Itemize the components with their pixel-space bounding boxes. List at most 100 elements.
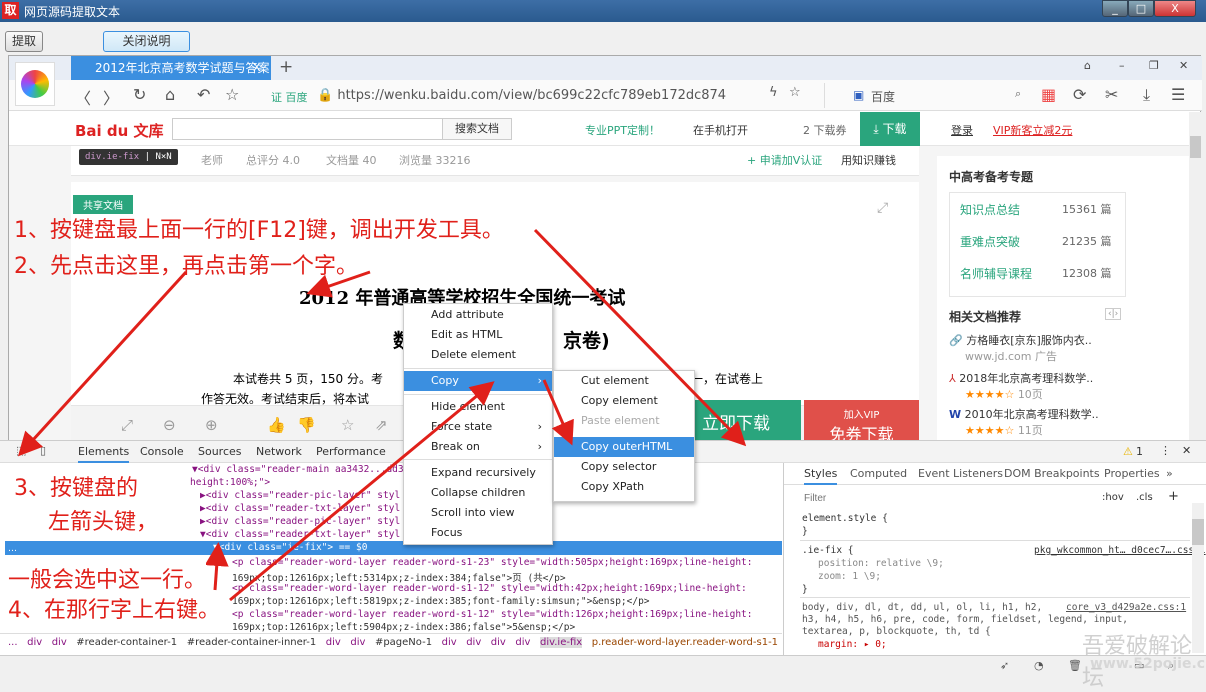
device-toolbar-icon[interactable]: ▯ <box>40 444 46 457</box>
new-tab-button[interactable]: + <box>279 57 293 77</box>
menu-cut-element[interactable]: Cut element <box>554 371 694 391</box>
rocket-icon[interactable]: ➶ <box>1000 659 1009 672</box>
style-source-link[interactable]: core_v3_d429a2e.css:1 <box>1066 602 1186 613</box>
ppt-link[interactable]: 专业PPT定制！ <box>585 122 660 138</box>
extract-button[interactable]: 提取 <box>5 31 43 52</box>
tab-sources[interactable]: Sources <box>198 445 242 458</box>
code-line[interactable]: 169px;top:12616px;left:5314px;z-index:38… <box>232 570 566 584</box>
zoom-in-icon[interactable]: ⊕ <box>205 416 218 434</box>
browser-close-icon[interactable]: ✕ <box>1179 59 1188 72</box>
menu-copy[interactable]: Copy › <box>404 371 552 391</box>
breadcrumb-item[interactable]: div <box>27 637 42 648</box>
search-docs-button[interactable]: 搜索文档 <box>442 118 512 140</box>
tab-event-listeners[interactable]: Event Listeners <box>918 467 1003 480</box>
speed-icon[interactable]: ◔ <box>1034 659 1044 672</box>
browser-restore-icon[interactable]: ❐ <box>1149 59 1159 72</box>
like-icon[interactable]: 👍 <box>267 416 286 434</box>
new-rule-button[interactable]: + <box>1168 489 1179 504</box>
code-line[interactable]: 169px;top:12616px;left:5904px;z-index:38… <box>232 622 575 633</box>
topic-item[interactable]: 名师辅导课程 <box>960 265 1032 282</box>
dislike-icon[interactable]: 👎 <box>297 416 316 434</box>
breadcrumb-item[interactable]: div <box>442 637 457 648</box>
code-line[interactable]: <p class="reader-word-layer reader-word-… <box>232 609 752 620</box>
menu-force-state[interactable]: Force state › <box>404 417 552 437</box>
code-line[interactable]: <p class="reader-word-layer reader-word-… <box>232 583 747 594</box>
code-line[interactable]: 169px;top:12616px;left:5819px;z-index:38… <box>232 596 650 607</box>
hov-toggle[interactable]: :hov <box>1102 492 1124 503</box>
inspect-element-icon[interactable]: ⬚ <box>16 444 26 457</box>
scissors-icon[interactable]: ✂ <box>1105 85 1118 104</box>
vip-link[interactable]: VIP新客立减2元 <box>993 122 1072 138</box>
code-line[interactable]: ▶<div class="reader-txt-layer" styl <box>200 503 400 514</box>
tab-active[interactable]: 2012年北京高考数学试题与答案 <box>71 56 271 80</box>
undo-icon[interactable]: ↶ <box>197 85 210 104</box>
menu-copy-selector[interactable]: Copy selector <box>554 457 694 477</box>
mobile-link[interactable]: 在手机打开 <box>693 122 748 138</box>
tab-elements[interactable]: Elements <box>78 445 130 463</box>
breadcrumb-item[interactable]: ... <box>8 637 18 648</box>
menu-focus[interactable]: Focus <box>404 523 552 543</box>
maximize-button[interactable]: □ <box>1128 0 1154 17</box>
related-item[interactable]: ⅄ 2018年北京高考理科数学.. ★★★★☆ 10页 <box>949 370 1093 402</box>
zoom-out-icon[interactable]: ⊖ <box>163 416 176 434</box>
page-scrollbar[interactable] <box>1189 112 1202 442</box>
fullscreen-icon[interactable]: ⤢ <box>877 200 888 216</box>
earn-link[interactable]: 用知识赚钱 <box>841 152 896 168</box>
menu-icon[interactable]: ☰ <box>1171 85 1185 104</box>
tab-close-icon[interactable]: X <box>253 61 261 74</box>
breadcrumb-item[interactable]: #pageNo-1 <box>375 637 432 648</box>
back-icon[interactable]: 〈 <box>75 85 91 109</box>
share-icon[interactable]: ⇗ <box>375 416 388 434</box>
breadcrumb-item[interactable]: div <box>466 637 481 648</box>
tab-computed[interactable]: Computed <box>850 467 907 480</box>
flash-icon[interactable]: ϟ <box>769 85 778 100</box>
tab-dom-breakpoints[interactable]: DOM Breakpoints <box>1004 467 1100 480</box>
star-icon[interactable]: ☆ <box>789 85 801 100</box>
menu-paste-element[interactable]: Paste element <box>554 411 694 431</box>
menu-copy-outerhtml[interactable]: Copy outerHTML <box>554 437 694 457</box>
more-icon[interactable]: ⋮ <box>1160 444 1171 457</box>
code-line[interactable]: ▼<div class="reader-txt-layer" styl <box>200 529 400 540</box>
browser-minimize-icon[interactable]: – <box>1119 59 1125 72</box>
cls-toggle[interactable]: .cls <box>1136 492 1153 503</box>
related-item[interactable]: 🔗 方格睡衣[京东]服饰内衣.. www.jd.com 广告 <box>949 332 1092 364</box>
forward-icon[interactable]: 〉 <box>103 85 119 109</box>
trash-icon[interactable]: 🗑 <box>1068 659 1082 672</box>
search-icon[interactable]: ⌕ <box>1015 87 1021 101</box>
home-icon[interactable]: ⌂ <box>165 85 175 104</box>
login-link[interactable]: 登录 <box>951 122 973 138</box>
code-line[interactable]: <p class="reader-word-layer reader-word-… <box>232 557 752 568</box>
download-button[interactable]: ⤓ 下载 <box>860 112 920 146</box>
menu-collapse-children[interactable]: Collapse children <box>404 483 552 503</box>
close-help-button[interactable]: 关闭说明 <box>103 31 190 52</box>
breadcrumb-item[interactable]: div <box>326 637 341 648</box>
sync-icon[interactable]: ⟳ <box>1073 85 1086 104</box>
minimize-button[interactable]: _ <box>1102 0 1128 17</box>
topic-item[interactable]: 知识点总结 <box>960 201 1020 218</box>
breadcrumb-item[interactable]: div <box>52 637 67 648</box>
more-tabs-icon[interactable]: » <box>1166 467 1173 480</box>
menu-break-on[interactable]: Break on › <box>404 437 552 457</box>
warning-icon[interactable]: ⚠ <box>1123 445 1133 458</box>
reload-icon[interactable]: ↻ <box>133 85 146 104</box>
breadcrumb-item[interactable]: div <box>491 637 506 648</box>
breadcrumb-item-selected[interactable]: div.ie-fix <box>539 637 583 648</box>
favorite-icon[interactable]: ☆ <box>341 416 354 434</box>
breadcrumb-item[interactable]: div <box>515 637 530 648</box>
tab-console[interactable]: Console <box>140 445 184 458</box>
menu-add-attribute[interactable]: Add attribute <box>404 305 552 325</box>
bookmark-icon[interactable]: ☆ <box>225 85 239 104</box>
code-line[interactable]: ▶<div class="reader-pic-layer" styl <box>200 516 400 527</box>
url-input[interactable]: 🔒 https://wenku.baidu.com/view/bc699c22c… <box>317 85 847 107</box>
style-source-link[interactable]: pkg_wkcommon_ht… d0cec7….css:1 <box>1034 545 1206 556</box>
breadcrumb-item[interactable]: div <box>350 637 365 648</box>
menu-copy-xpath[interactable]: Copy XPath <box>554 477 694 497</box>
tab-network[interactable]: Network <box>256 445 302 458</box>
vip-free-download-button[interactable]: 加入VIP 免券下载 <box>804 400 919 442</box>
expand-icon[interactable]: ⤢ <box>121 416 133 434</box>
close-button[interactable]: X <box>1154 0 1196 17</box>
skin-icon[interactable]: ⌂ <box>1084 59 1091 72</box>
breadcrumb-item[interactable]: p.reader-word-layer.reader-word-s1-1 <box>592 637 778 648</box>
tab-styles[interactable]: Styles <box>804 467 838 485</box>
menu-copy-element[interactable]: Copy element <box>554 391 694 411</box>
